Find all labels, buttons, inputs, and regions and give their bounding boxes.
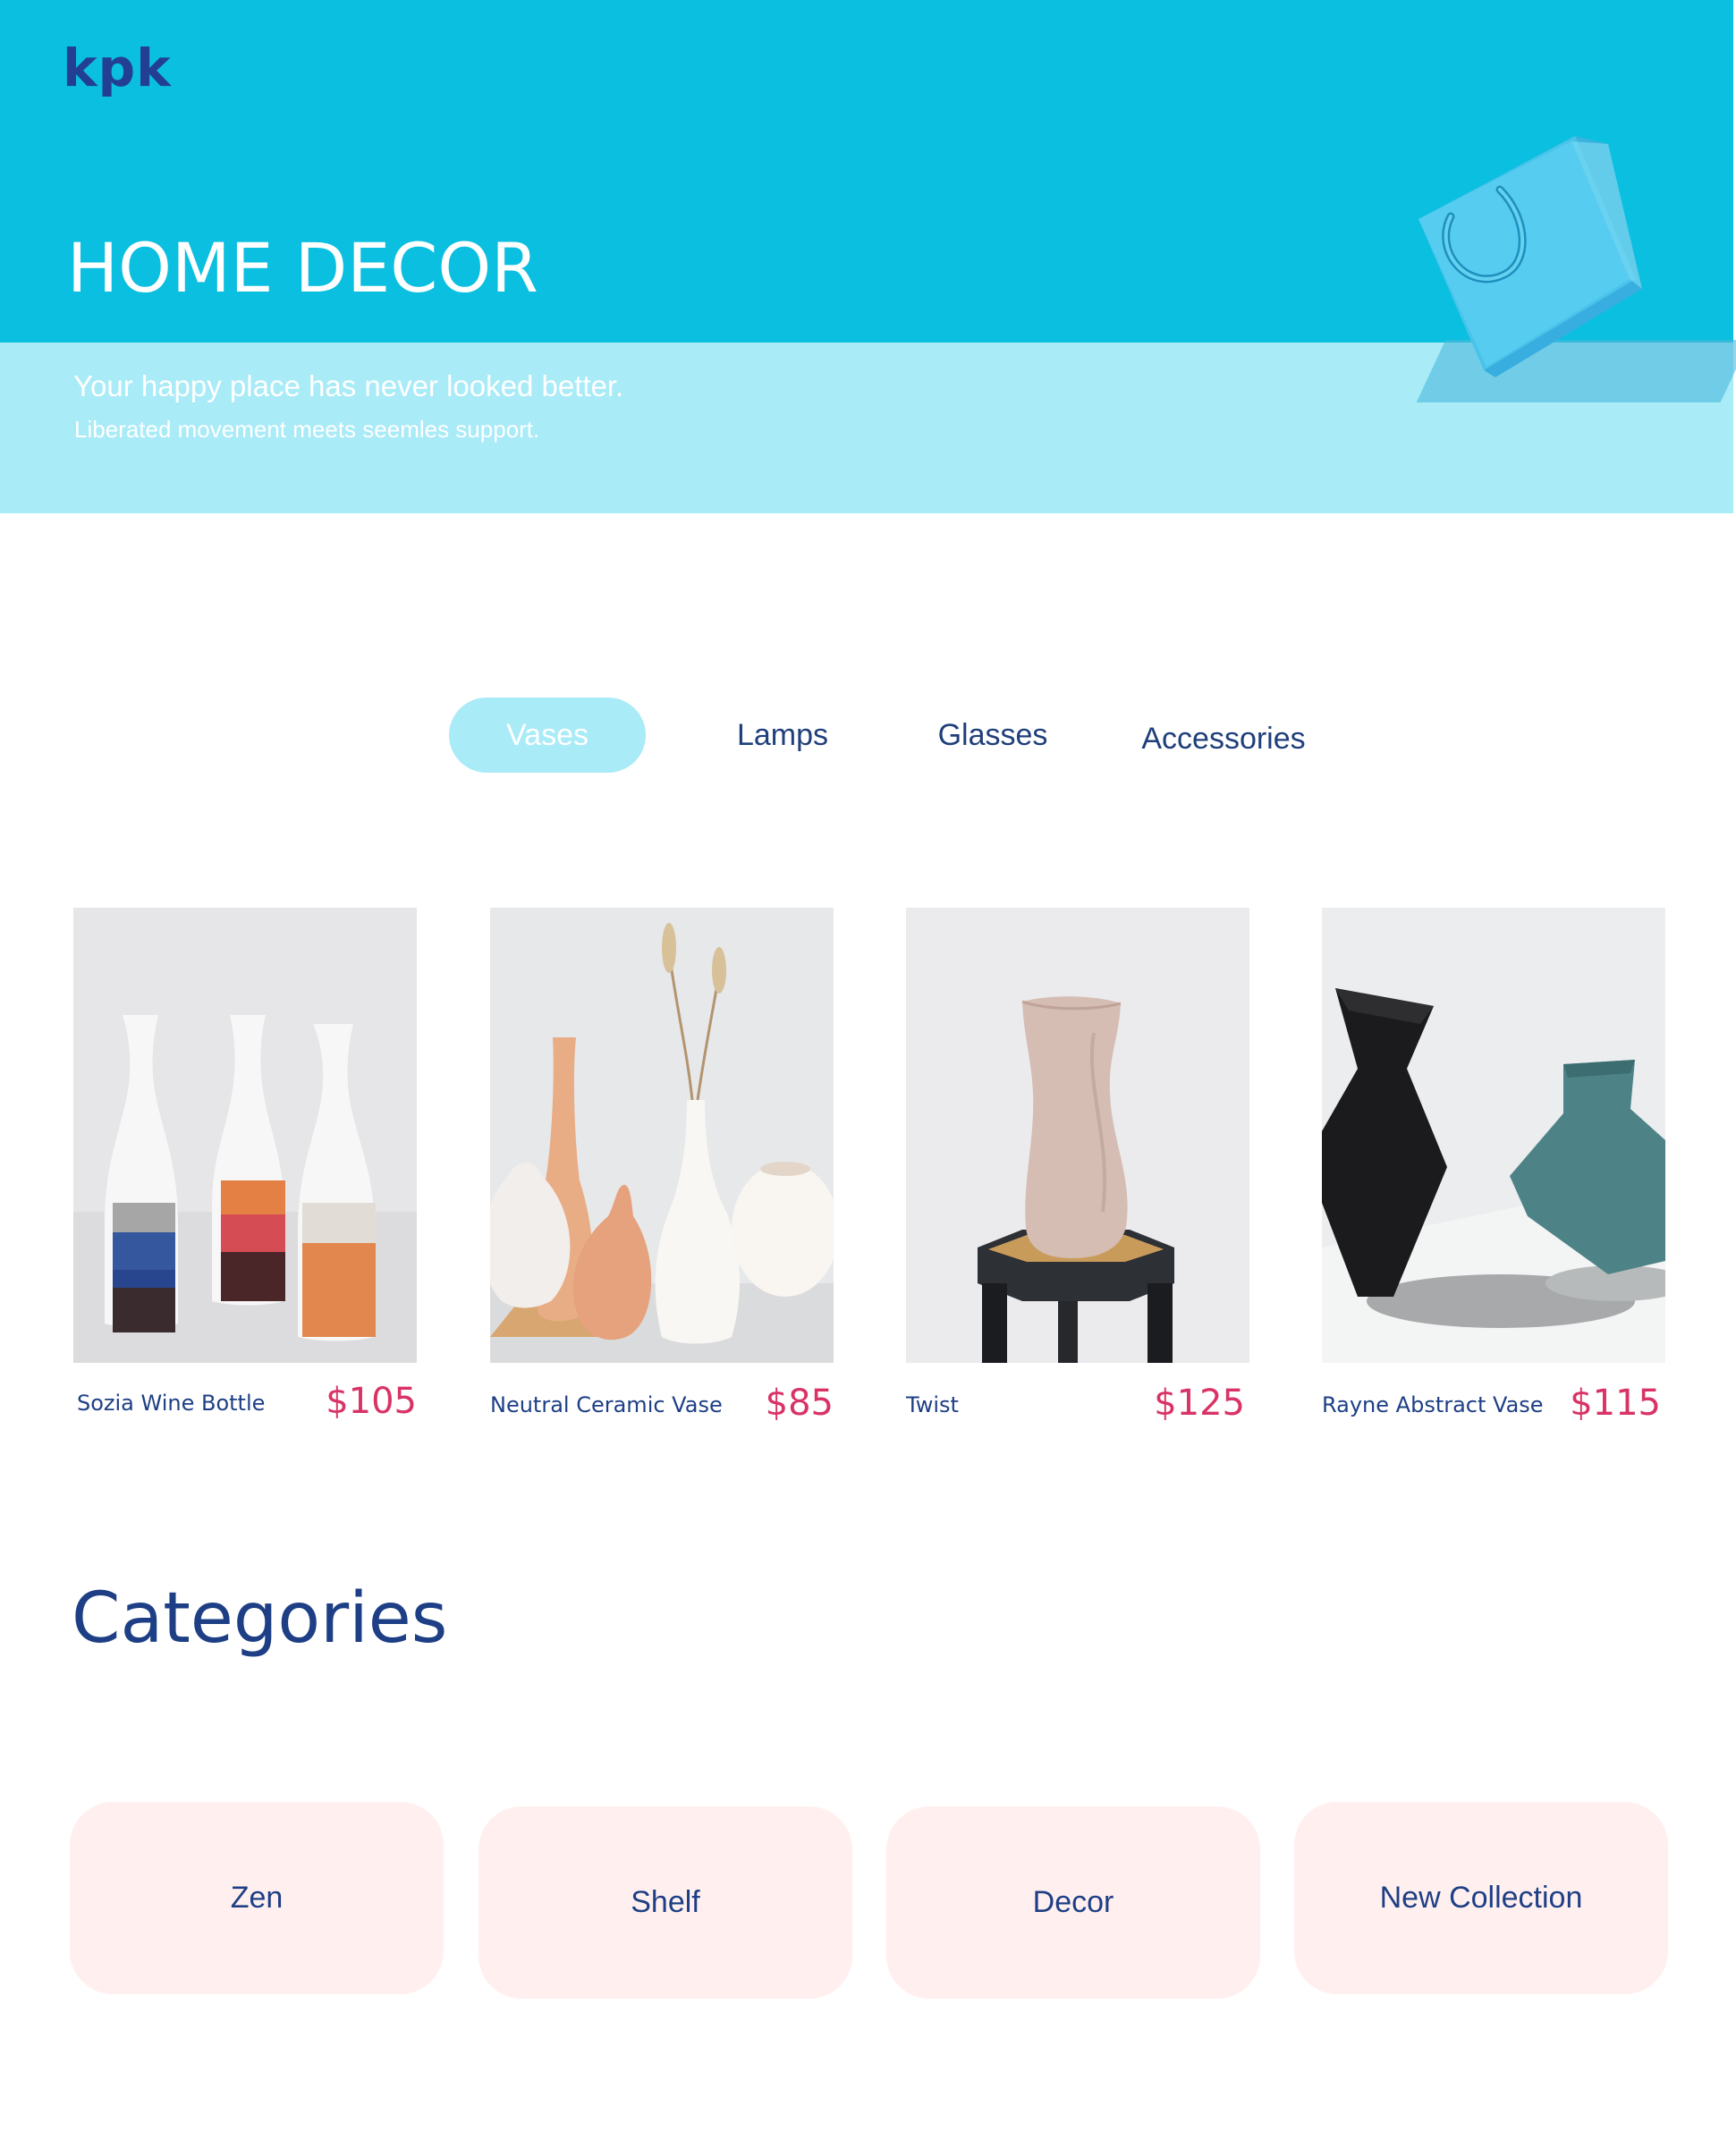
brand-logo[interactable]: kpk <box>63 38 172 98</box>
twist-vase-on-stool-image[interactable] <box>906 908 1249 1363</box>
hero-subtitle: Your happy place has never looked better… <box>73 369 624 402</box>
category-card-zen[interactable]: Zen <box>70 1802 444 1994</box>
product-name[interactable]: Twist <box>906 1392 959 1417</box>
tab-vases[interactable]: Vases <box>449 698 646 773</box>
categories-heading: Categories <box>72 1578 448 1659</box>
product-name[interactable]: Rayne Abstract Vase <box>1322 1392 1544 1417</box>
product-price: $85 <box>765 1383 834 1424</box>
abstract-black-teal-vases-image[interactable] <box>1322 908 1665 1363</box>
category-card-decor[interactable]: Decor <box>886 1806 1260 1999</box>
tab-glasses[interactable]: Glasses <box>926 698 1060 773</box>
product-price: $125 <box>1154 1383 1245 1424</box>
category-tabs: Vases Lamps Glasses Accessories <box>0 698 1736 773</box>
product-price: $105 <box>326 1381 417 1422</box>
hero-title: HOME DECOR <box>67 228 538 308</box>
hero-banner: kpk HOME DECOR Your happy place has neve… <box>0 0 1736 513</box>
shopping-bag-icon <box>1418 136 1642 377</box>
product-price: $115 <box>1570 1383 1661 1424</box>
striped-bottle-vases-image[interactable] <box>73 908 417 1363</box>
category-card-shelf[interactable]: Shelf <box>478 1806 852 1999</box>
product-name[interactable]: Neutral Ceramic Vase <box>490 1392 723 1417</box>
neutral-ceramic-vases-image[interactable] <box>490 908 834 1363</box>
product-name[interactable]: Sozia Wine Bottle <box>77 1391 265 1416</box>
category-card-new-collection[interactable]: New Collection <box>1294 1802 1668 1994</box>
tab-accessories[interactable]: Accessories <box>1134 701 1313 776</box>
hero-tagline: Liberated movement meets seemles support… <box>74 416 540 443</box>
tab-lamps[interactable]: Lamps <box>716 698 850 773</box>
